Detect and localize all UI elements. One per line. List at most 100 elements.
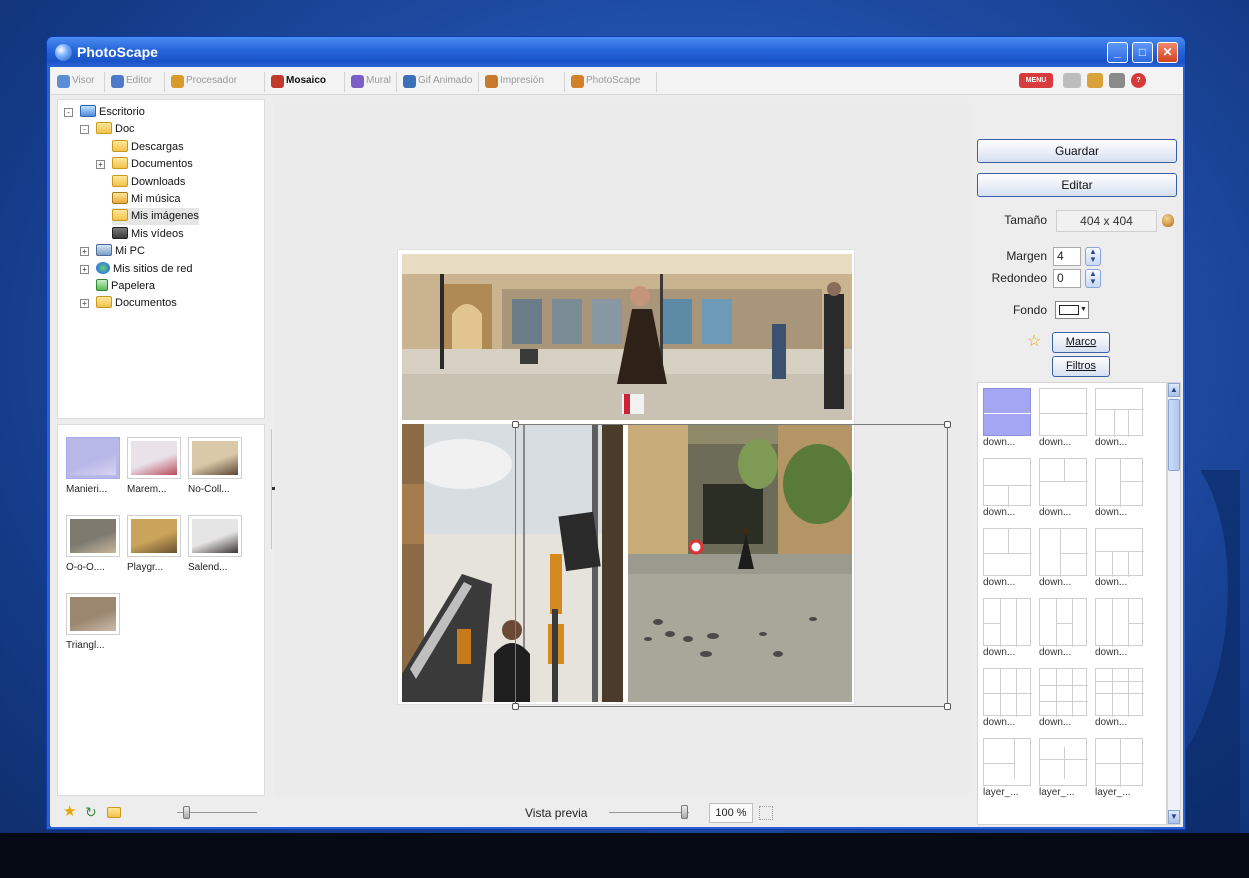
- layout-template[interactable]: down...: [1039, 458, 1089, 518]
- collage-preview[interactable]: [397, 249, 855, 705]
- scroll-thumb[interactable]: [1168, 399, 1180, 471]
- size-preset-icon[interactable]: [1162, 214, 1174, 227]
- layout-template[interactable]: down...: [983, 668, 1033, 728]
- layout-templates-list[interactable]: down... down... down... down... down... down.…: [977, 382, 1167, 825]
- tree-item[interactable]: - Doc: [80, 121, 135, 138]
- collage-photo-bottom-right[interactable]: [628, 424, 852, 702]
- scroll-down-icon[interactable]: ▼: [1168, 810, 1180, 824]
- expand-icon[interactable]: +: [80, 264, 89, 274]
- tab-mosaico[interactable]: Mosaico: [269, 72, 345, 92]
- resize-handle-top-left[interactable]: [512, 421, 519, 428]
- layout-template[interactable]: down...: [983, 598, 1033, 658]
- layout-template[interactable]: down...: [1095, 458, 1145, 518]
- rounding-field[interactable]: 0: [1053, 269, 1081, 288]
- copy-icon[interactable]: [1109, 73, 1125, 88]
- tree-item[interactable]: Mis imágenes: [112, 208, 199, 226]
- tree-item[interactable]: Descargas: [112, 139, 184, 156]
- tab-photoscape[interactable]: PhotoScape: [569, 72, 657, 92]
- layout-template[interactable]: down...: [1095, 668, 1145, 728]
- tree-item[interactable]: + Mis sitios de red: [80, 261, 192, 278]
- layout-template[interactable]: layer_...: [983, 738, 1033, 798]
- tree-item[interactable]: Mis vídeos: [112, 226, 184, 243]
- filters-button[interactable]: Filtros: [1052, 356, 1110, 377]
- resize-handle-bottom[interactable]: [512, 703, 519, 710]
- fit-to-window-icon[interactable]: [759, 806, 773, 820]
- layout-template[interactable]: down...: [983, 528, 1033, 588]
- resize-handle-right[interactable]: [944, 703, 951, 710]
- help-icon[interactable]: ?: [1131, 73, 1146, 88]
- collage-photo-top[interactable]: [402, 254, 852, 420]
- tree-item[interactable]: Papelera: [96, 278, 155, 295]
- layout-template[interactable]: down...: [1039, 598, 1089, 658]
- thumbnail-size-slider[interactable]: [177, 806, 257, 819]
- thumbnail-image: [188, 437, 242, 479]
- zoom-slider[interactable]: [609, 805, 689, 819]
- layout-template[interactable]: layer_...: [1095, 738, 1145, 798]
- thumbnail-item[interactable]: Manieri...: [66, 437, 122, 495]
- rounding-spinner[interactable]: ▲ ▼: [1085, 269, 1101, 288]
- tab-editor[interactable]: Editor: [109, 72, 165, 92]
- layout-template[interactable]: down...: [1095, 528, 1145, 588]
- minimize-button[interactable]: _: [1107, 42, 1128, 63]
- margin-field[interactable]: 4: [1053, 247, 1081, 266]
- collapse-icon[interactable]: -: [80, 125, 89, 135]
- layout-template[interactable]: down...: [1039, 388, 1089, 448]
- tab-procesador[interactable]: Procesador: [169, 72, 265, 92]
- expand-icon[interactable]: +: [96, 160, 105, 170]
- frame-button[interactable]: Marco: [1052, 332, 1110, 353]
- layout-template-label: down...: [983, 437, 1016, 448]
- tree-item[interactable]: - Escritorio: [64, 104, 145, 121]
- panel-splitter[interactable]: [267, 429, 275, 549]
- thumbnail-item[interactable]: No-Coll...: [188, 437, 244, 495]
- collage-photo-bottom-left[interactable]: [402, 424, 623, 702]
- tree-item[interactable]: + Mi PC: [80, 243, 145, 260]
- refresh-icon[interactable]: ↻: [85, 805, 99, 819]
- layout-template[interactable]: down...: [983, 388, 1033, 448]
- maximize-button[interactable]: □: [1132, 42, 1153, 63]
- thumbnail-item[interactable]: O-o-O....: [66, 515, 122, 573]
- layout-template[interactable]: down...: [1039, 528, 1089, 588]
- thumbnail-item[interactable]: Marem...: [127, 437, 183, 495]
- favorite-star-icon[interactable]: ★: [63, 804, 77, 819]
- scroll-up-icon[interactable]: ▲: [1168, 383, 1180, 397]
- tree-item[interactable]: + Documentos: [80, 295, 177, 312]
- expand-icon[interactable]: +: [80, 299, 89, 309]
- thumbnail-item[interactable]: Triangl...: [66, 593, 122, 651]
- collapse-icon[interactable]: -: [64, 108, 73, 117]
- layout-scrollbar[interactable]: ▲ ▼: [1167, 382, 1181, 825]
- keyboard-icon[interactable]: [1063, 73, 1081, 88]
- thumbnail-item[interactable]: Salend...: [188, 515, 244, 573]
- tree-item[interactable]: + Documentos: [96, 156, 193, 173]
- tab-mural[interactable]: Mural: [349, 72, 397, 92]
- menu-icon[interactable]: MENU: [1019, 73, 1053, 88]
- layout-template[interactable]: down...: [1095, 598, 1145, 658]
- collage-canvas[interactable]: [275, 97, 969, 797]
- expand-icon[interactable]: +: [80, 247, 89, 257]
- folder-tree[interactable]: - Escritorio - Doc Descargas + Documentos Downl…: [57, 99, 265, 419]
- tree-item[interactable]: Mi música: [112, 191, 181, 208]
- home-icon[interactable]: [1087, 73, 1103, 88]
- layout-template[interactable]: down...: [1039, 668, 1089, 728]
- edit-button[interactable]: Editar: [977, 173, 1177, 197]
- margin-spinner[interactable]: ▲ ▼: [1085, 247, 1101, 266]
- layout-preview: [1039, 668, 1088, 717]
- tab-gif-animado[interactable]: Gif Animado: [401, 72, 479, 92]
- close-button[interactable]: ✕: [1157, 42, 1178, 63]
- zoom-knob[interactable]: [681, 805, 688, 819]
- resize-handle-top-right[interactable]: [944, 421, 951, 428]
- thumbnail-size-knob[interactable]: [183, 806, 190, 819]
- folder-icon[interactable]: [107, 807, 121, 818]
- tree-item[interactable]: Downloads: [112, 174, 185, 191]
- thumbnail-item[interactable]: Playgr...: [127, 515, 183, 573]
- tab-impresión[interactable]: Impresión: [483, 72, 565, 92]
- favorite-star-icon[interactable]: ☆: [1027, 334, 1043, 350]
- thumbnail-browser[interactable]: Manieri... Marem... No-Coll... O-o-O.... Pla…: [57, 424, 265, 796]
- zoom-value[interactable]: 100 %: [709, 803, 753, 823]
- background-color-picker[interactable]: ▼: [1055, 301, 1089, 319]
- title-bar[interactable]: PhotoScape _ □ ✕: [47, 37, 1185, 67]
- layout-template[interactable]: down...: [983, 458, 1033, 518]
- layout-template[interactable]: layer_...: [1039, 738, 1089, 798]
- layout-template[interactable]: down...: [1095, 388, 1145, 448]
- tab-visor[interactable]: Visor: [55, 72, 105, 92]
- save-button[interactable]: Guardar: [977, 139, 1177, 163]
